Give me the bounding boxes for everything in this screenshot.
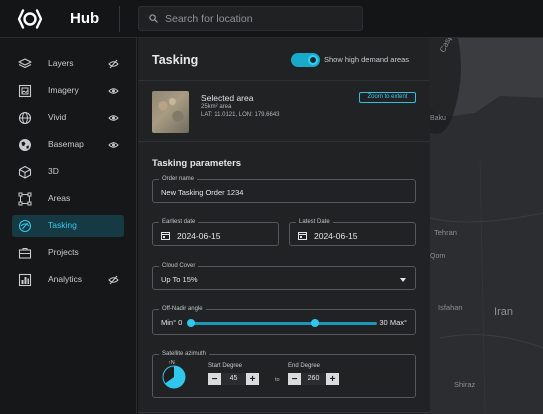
sidebar-item-label: Layers [48,58,74,68]
latest-date-field[interactable]: Latest Date 2024-06-15 [289,219,416,246]
end-degree-value[interactable]: 260 [301,373,326,385]
area-coords: LAT: 11.0121, LON: 179.6643 [201,112,280,118]
high-demand-toggle-label: Show high demand areas [324,55,410,64]
sidebar-item-label: Basemap [48,139,84,149]
area-thumbnail [152,91,189,133]
sidebar-item-layers[interactable]: Layers [12,53,124,75]
divider [138,412,430,413]
panel-header: Tasking Show high demand areas [138,38,430,81]
map-label: Isfahan [438,303,463,312]
map-label: Iran [494,306,513,318]
sidebar-item-label: Projects [48,247,79,257]
sidebar-item-vivid[interactable]: Vivid [12,107,124,129]
increment-button[interactable]: + [246,373,259,385]
map-label: Shiraz [454,380,476,389]
off-nadir-min-label: Min° 0 [161,318,183,327]
off-nadir-slider-track[interactable] [191,322,377,325]
app-name: Hub [70,10,100,27]
latest-date-value: 2024-06-15 [314,231,358,241]
off-nadir-label: Off-Nadir angle [159,306,206,313]
sidebar-item-tasking[interactable]: Tasking [12,215,124,237]
order-name-value: New Tasking Order 1234 [161,188,244,197]
map-label: Baku [430,115,446,122]
cube-icon [18,165,32,179]
cloud-cover-select[interactable]: Cloud Cover Up To 15% [152,263,416,290]
globe-icon [18,111,32,125]
area-select-icon [18,192,32,206]
start-degree-value[interactable]: 45 [221,373,246,385]
area-size: 25km² area [201,104,232,110]
tasking-parameters-title: Tasking parameters [152,158,242,169]
eye-icon[interactable] [108,113,119,123]
order-name-field[interactable]: Order name New Tasking Order 1234 [152,176,416,203]
tasking-icon [18,219,32,233]
end-degree-label: End Degree [288,363,321,369]
off-nadir-max-label: 30 Max° [379,318,407,327]
sidebar-item-label: Areas [48,193,71,203]
end-degree-stepper: − 260 + [288,373,339,385]
layers-icon [18,58,32,69]
selected-area-card: Selected area 25km² area LAT: 11.0121, L… [138,82,430,142]
sidebar-item-3d[interactable]: 3D [12,161,124,183]
sidebar-item-label: 3D [48,166,59,176]
basemap-icon [19,139,31,151]
sidebar-item-imagery[interactable]: Imagery [12,80,124,102]
sidebar-item-label: Imagery [48,85,79,95]
sidebar-item-areas[interactable]: Areas [12,188,124,210]
imagery-icon [18,84,32,98]
toggle-knob [308,55,318,65]
chevron-down-icon [400,278,406,282]
area-title: Selected area [201,93,254,103]
eye-off-icon[interactable] [108,59,119,69]
cloud-cover-label: Cloud Cover [159,263,199,270]
increment-button[interactable]: + [326,373,339,385]
start-degree-label: Start Degree [208,363,243,369]
decrement-button[interactable]: − [208,373,221,385]
satellite-azimuth-field: Satellite azimuth ↑N Start Degree − 45 +… [152,351,416,398]
map-label: Tehran [434,228,457,237]
zoom-to-extent-button[interactable]: Zoom to extent [359,92,416,103]
briefcase-icon [18,248,32,259]
calendar-icon [161,232,170,240]
search-box[interactable] [138,6,363,31]
calendar-icon [298,232,307,240]
eye-icon[interactable] [108,140,119,150]
sidebar-item-label: Analytics [48,274,83,284]
tasking-panel: Tasking Show high demand areas Selected … [138,38,430,414]
top-bar: Hub [0,0,543,38]
latest-date-label: Latest Date [296,219,333,226]
azimuth-dial-icon [162,365,186,389]
earliest-date-label: Earliest date [159,219,199,226]
off-nadir-min-handle[interactable] [187,319,195,327]
eye-icon[interactable] [108,86,119,96]
search-icon [149,14,158,23]
map-terrain [430,38,543,414]
start-degree-stepper: − 45 + [208,373,259,385]
to-label: to [275,377,280,383]
sidebar-item-label: Vivid [48,112,67,122]
earliest-date-field[interactable]: Earliest date 2024-06-15 [152,219,279,246]
satellite-azimuth-label: Satellite azimuth [159,351,210,358]
sidebar: Layers Imagery Vivid Basemap 3D Areas Ta… [0,38,137,414]
decrement-button[interactable]: − [288,373,301,385]
divider [119,6,120,32]
off-nadir-max-handle[interactable] [311,319,319,327]
off-nadir-field: Off-Nadir angle Min° 0 30 Max° [152,306,416,335]
earliest-date-value: 2024-06-15 [177,231,221,241]
panel-title: Tasking [152,53,199,67]
map-view[interactable]: Caspian Sea Baku Tehran Qom Isfahan Iran… [430,38,543,414]
sidebar-item-label: Tasking [48,220,77,230]
cloud-cover-value: Up To 15% [161,275,198,284]
high-demand-toggle[interactable] [291,53,320,67]
sidebar-item-projects[interactable]: Projects [12,242,124,264]
order-name-label: Order name [159,176,198,183]
analytics-icon [18,273,32,287]
eye-off-icon[interactable] [108,275,119,285]
sidebar-item-analytics[interactable]: Analytics [12,269,124,291]
map-label: Qom [430,253,446,260]
search-input[interactable] [165,9,355,29]
hub-logo-icon[interactable] [17,7,43,31]
sidebar-item-basemap[interactable]: Basemap [12,134,124,156]
